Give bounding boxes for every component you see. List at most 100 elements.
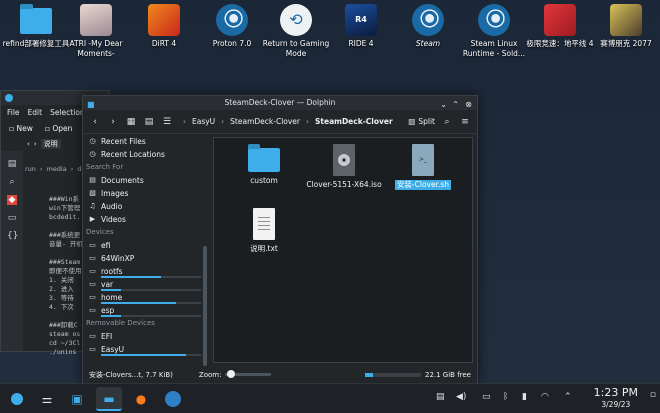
discover-button[interactable]: ▣ [64,387,90,411]
desktop-icon-proton[interactable]: Proton 7.0 [198,4,266,68]
file-item-install-script[interactable]: >_ 安装-Clover.sh [384,144,462,190]
images-icon: ▧ [89,189,96,197]
search-icon[interactable]: ⌕ [7,177,17,187]
drive-icon: ▭ [89,306,96,314]
breadcrumb-current[interactable]: SteamDeck-Clover [315,117,393,126]
place-recent-locations[interactable]: ◷ Recent Locations [83,148,209,161]
search-icon[interactable]: ⌕ [441,117,453,127]
place-var[interactable]: ▭ var [83,278,209,291]
desktop-icon-dirt4[interactable]: DiRT 4 [130,4,198,68]
system-settings-button[interactable]: ⚌ [34,387,60,411]
place-efi[interactable]: ▭ efi [83,239,209,252]
launcher-icon [11,393,23,405]
forza-icon [544,4,576,36]
terminal-icon[interactable]: ▭ [7,213,17,223]
forward-button[interactable]: › [107,117,119,127]
file-view[interactable]: custom Clover-5151-X64.iso >_ 安装-Clover.… [213,137,473,363]
file-item-readme[interactable]: 说明.txt [225,208,303,254]
place-label: Recent Locations [101,150,165,159]
clock[interactable]: 1:23 PM 3/29/23 [594,386,638,410]
chevron-right-icon[interactable]: › [34,140,37,148]
close-button[interactable]: ⊗ [465,98,472,112]
minimize-button[interactable]: ⌄ [440,98,447,112]
icons-view-icon[interactable]: ▦ [125,117,137,127]
drive-icon: ▭ [89,293,96,301]
place-64winxp[interactable]: ▭ 64WinXP [83,252,209,265]
tab-readme[interactable]: 说明 [40,139,61,149]
place-esp[interactable]: ▭ esp [83,304,209,317]
app-icon [5,94,13,102]
place-easyu[interactable]: ▭ EasyU [83,343,209,356]
desktop-icon-ride4[interactable]: R4 RIDE 4 [327,4,395,68]
clipboard-icon[interactable]: ▤ [436,392,445,402]
return-icon: ⟲ [280,4,312,36]
desktop-icon-return[interactable]: ⟲ Return to Gaming Mode [262,4,330,68]
split-label: Split [418,117,435,126]
desktop-icon-label: Return to Gaming Mode [262,39,330,58]
zoom-slider-handle[interactable] [227,370,236,378]
place-label: efi [101,241,111,250]
braces-icon[interactable]: {} [7,231,18,241]
desktop-icon-steam[interactable]: Steam [394,4,462,68]
desktop-icon-cyberpunk[interactable]: 赛博朋克 2077 [592,4,660,68]
files-icon[interactable]: ▤ [7,159,17,169]
menu-edit[interactable]: Edit [28,108,43,117]
chevron-left-icon[interactable]: ‹ [27,140,30,148]
menu-selection[interactable]: Selection [50,108,85,117]
zoom-slider[interactable] [225,370,272,378]
editor-icon [165,391,181,407]
places-scrollbar[interactable] [203,246,207,366]
file-item-custom[interactable]: custom [225,144,303,186]
maximize-button[interactable]: ⌃ [452,98,459,112]
breadcrumb-easyu[interactable]: EasyU [192,117,215,126]
desktop-icon-atri[interactable]: ATRI -My Dear Moments- [62,4,130,68]
path-segment[interactable]: d [77,165,81,173]
devices-list: ▭ efi ▭ 64WinXP ▭ rootfs ▭ var ▭ home ▭ esp [83,239,209,317]
show-desktop-icon[interactable]: ▫ [650,390,656,400]
dirt4-icon [148,4,180,36]
place-images[interactable]: ▧ Images [83,187,209,200]
desktop-icon-steam-runtime[interactable]: Steam Linux Runtime - Sold... [460,4,528,68]
place-videos[interactable]: ▶ Videos [83,213,209,226]
open-button[interactable]: ▫ Open [45,124,73,133]
dolphin-task-button[interactable]: ▬ [96,387,122,411]
folder-icon [20,4,52,34]
place-label: Videos [101,215,126,224]
drive-usage-bar [101,354,201,356]
back-button[interactable]: ‹ [89,117,101,127]
desktop-icon-label: refind部署修复工具 [2,39,70,48]
dolphin-window[interactable]: ■ SteamDeck-Clover — Dolphin ⌄ ⌃ ⊗ ‹ › ▦… [82,95,478,385]
place-home[interactable]: ▭ home [83,291,209,304]
removable-devices-icon[interactable]: ▭ [482,392,491,402]
place-audio[interactable]: ♫ Audio [83,200,209,213]
places-header-search: Search For [86,163,124,171]
hamburger-menu-icon[interactable]: ≡ [459,117,471,127]
details-view-icon[interactable]: ☰ [161,117,173,127]
place-label: home [101,293,123,302]
dolphin-titlebar[interactable]: ■ SteamDeck-Clover — Dolphin ⌄ ⌃ ⊗ [83,96,477,110]
file-item-iso[interactable]: Clover-5151-X64.iso [305,144,383,190]
place-recent-files[interactable]: ◷ Recent Files [83,135,209,148]
path-segment[interactable]: run [25,165,36,173]
breadcrumb-separator: › [183,117,186,126]
breadcrumb-parent[interactable]: SteamDeck-Clover [230,117,300,126]
place-documents[interactable]: ▤ Documents [83,174,209,187]
compact-view-icon[interactable]: ▤ [143,117,155,127]
bluetooth-icon[interactable]: ᛒ [503,392,508,402]
git-icon[interactable]: ◆ [7,195,17,205]
desktop-icon-refind[interactable]: refind部署修复工具 [2,4,70,68]
firefox-task-button[interactable]: ● [128,387,154,411]
kate-task-button[interactable] [160,387,186,411]
desktop-icon-forza[interactable]: 极限竞速：地平线 4 [526,4,594,68]
tray-expand-icon[interactable]: ⌃ [564,392,572,402]
place-rootfs[interactable]: ▭ rootfs [83,265,209,278]
new-button[interactable]: ▫ New [9,124,33,133]
wifi-icon[interactable]: ◠ [541,392,549,402]
volume-icon[interactable]: ◀) [456,392,466,402]
menu-file[interactable]: File [7,108,20,117]
app-launcher-button[interactable] [4,387,30,411]
place-efi[interactable]: ▭ EFI [83,330,209,343]
split-button[interactable]: ▥ Split [408,117,435,126]
battery-icon[interactable]: ▮ [522,392,527,402]
path-segment[interactable]: media [47,165,67,173]
